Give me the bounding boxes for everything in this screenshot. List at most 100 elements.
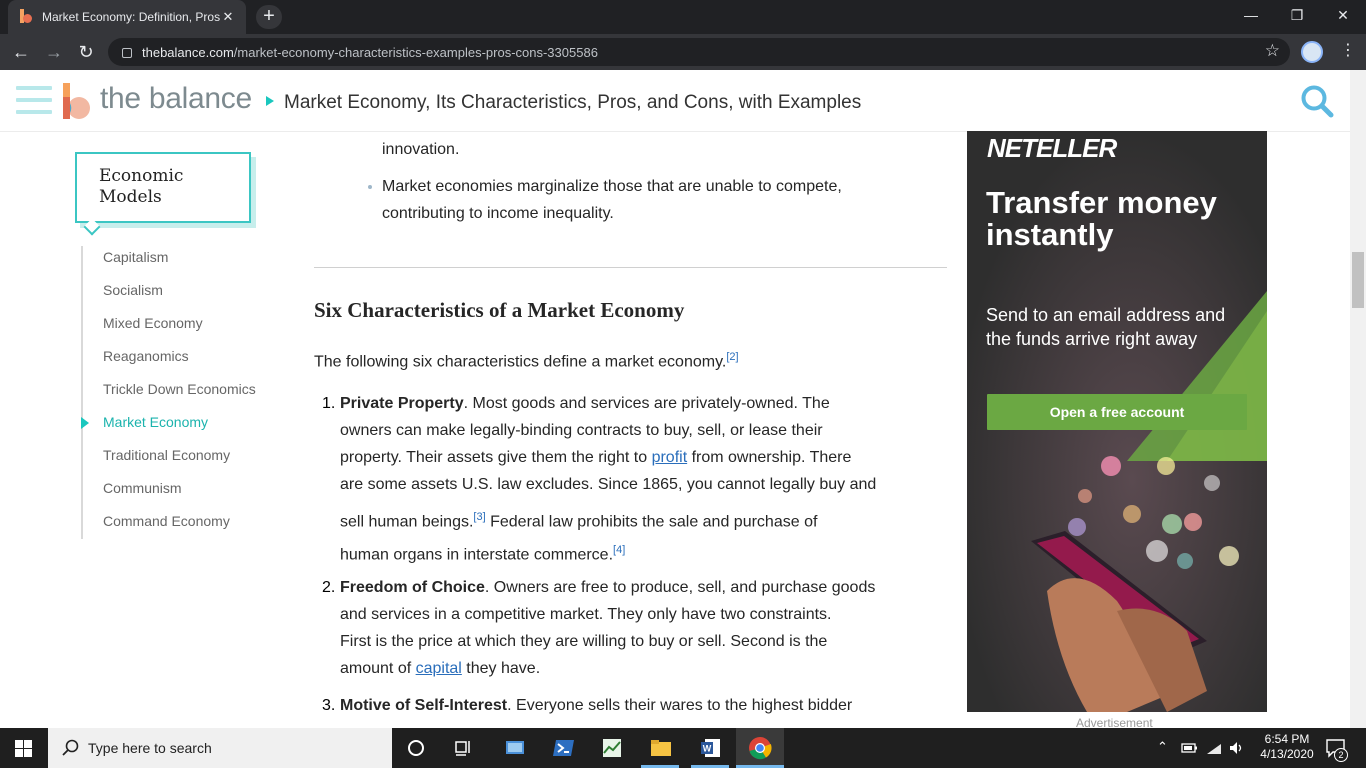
list-item-line: Freedom of Choice. Owners are free to pr… <box>340 574 875 601</box>
ad-headline-line: Transfer money <box>986 185 1217 220</box>
intro-paragraph: The following six characteristics define… <box>314 344 739 375</box>
url-path: /market-economy-characteristics-examples… <box>233 44 598 60</box>
forward-icon[interactable]: → <box>42 40 66 64</box>
list-item-text: from ownership. There <box>687 449 852 466</box>
tab-close-icon[interactable]: ✕ <box>220 9 236 25</box>
taskbar-search-box[interactable]: Type here to search <box>48 728 392 768</box>
list-item-line: human organs in interstate commerce.[4] <box>340 537 625 568</box>
list-item-line: owners can make legally-binding contract… <box>340 422 823 439</box>
profile-avatar[interactable] <box>1301 41 1323 63</box>
advertisement-banner[interactable]: NETELLER Transfer money instantly Send t… <box>967 131 1267 712</box>
taskbar-search-placeholder: Type here to search <box>88 740 212 756</box>
reload-icon[interactable]: ↻ <box>74 40 98 64</box>
list-number: 3. <box>322 697 336 714</box>
intro-text: The following six characteristics define… <box>314 353 727 371</box>
footnote-link[interactable]: [2] <box>726 351 738 363</box>
task-view-icon[interactable] <box>452 736 476 760</box>
minimize-icon[interactable]: — <box>1228 0 1274 30</box>
windows-start-icon[interactable] <box>15 740 32 757</box>
list-item-text: they have. <box>461 660 541 677</box>
section-heading: Six Characteristics of a Market Economy <box>314 298 685 322</box>
window-close-icon[interactable]: ✕ <box>1320 0 1366 30</box>
sidebar-item-socialism[interactable]: Socialism <box>103 282 163 298</box>
list-item-text: amount of <box>340 660 416 677</box>
ad-headline-line: instantly <box>986 217 1114 252</box>
footnote-link[interactable]: [4] <box>613 544 625 556</box>
back-icon[interactable]: ← <box>9 40 33 64</box>
capital-link[interactable]: capital <box>416 660 462 677</box>
restore-icon[interactable]: ❐ <box>1274 0 1320 30</box>
svg-text:W: W <box>703 744 712 754</box>
show-hidden-icons-icon[interactable]: ⌃ <box>1157 739 1168 755</box>
page-scrollbar[interactable] <box>1350 70 1366 728</box>
list-item-title: Freedom of Choice <box>340 579 485 596</box>
url-host: thebalance.com <box>142 44 234 60</box>
word-icon[interactable]: W <box>699 736 723 760</box>
site-logo-text[interactable]: the balance <box>100 82 252 116</box>
search-icon <box>62 739 79 756</box>
scrollbar-thumb[interactable] <box>1352 252 1364 308</box>
browser-toolbar: ← → ↻ thebalance.com/market-economy-char… <box>0 34 1366 70</box>
list-number: 1. <box>322 395 336 412</box>
list-item-text: . Most goods and services are privately-… <box>463 395 830 412</box>
ad-brand-logo: NETELLER <box>987 133 1117 163</box>
list-item-line: Motive of Self-Interest. Everyone sells … <box>340 692 852 719</box>
browser-tabbar: Market Economy: Definition, Pros ✕ + — ❐… <box>0 0 1366 34</box>
browser-menu-icon[interactable]: ⋮ <box>1340 40 1356 60</box>
remote-desktop-icon[interactable] <box>503 736 527 760</box>
lock-icon <box>122 48 132 58</box>
sidebar-item-capitalism[interactable]: Capitalism <box>103 249 168 265</box>
bullet-text-line: contributing to income inequality. <box>382 205 614 222</box>
toc-title: Economic Models <box>99 166 184 207</box>
ad-cta-button[interactable]: Open a free account <box>987 394 1247 430</box>
list-item-line: property. Their assets give them the rig… <box>340 444 851 471</box>
the-balance-logo-icon[interactable] <box>63 83 91 119</box>
cortana-icon[interactable] <box>404 736 428 760</box>
list-item-line: are some assets U.S. law excludes. Since… <box>340 476 877 493</box>
ad-subtext-line: the funds arrive right away <box>986 329 1198 349</box>
profit-link[interactable]: profit <box>652 449 688 466</box>
wifi-icon[interactable] <box>1205 736 1223 760</box>
list-item-line: First is the price at which they are wil… <box>340 633 828 650</box>
new-tab-button[interactable]: + <box>256 5 282 29</box>
sidebar-item-trickle-down[interactable]: Trickle Down Economics <box>103 381 256 397</box>
chrome-icon <box>749 737 772 760</box>
list-item-line: sell human beings.[3] Federal law prohib… <box>340 504 817 535</box>
footnote-link[interactable]: [3] <box>473 511 485 523</box>
search-icon[interactable] <box>1300 84 1334 118</box>
browser-tab[interactable]: Market Economy: Definition, Pros ✕ <box>8 0 246 34</box>
ad-subtext-line: Send to an email address and <box>986 305 1226 325</box>
hamburger-menu-icon[interactable] <box>16 86 52 114</box>
site-header: the balance Market Economy, Its Characte… <box>0 70 1366 132</box>
volume-icon[interactable] <box>1228 736 1246 760</box>
sidebar-item-market-economy[interactable]: Market Economy <box>103 414 208 430</box>
powershell-icon[interactable] <box>552 736 576 760</box>
bullet-dot <box>368 185 372 189</box>
taskbar-clock[interactable]: 6:54 PM 4/13/2020 <box>1255 732 1319 762</box>
toc-rule <box>81 246 83 539</box>
sidebar-item-reaganomics[interactable]: Reaganomics <box>103 348 189 364</box>
clock-date: 4/13/2020 <box>1260 747 1314 761</box>
bullet-continuation: innovation. <box>382 141 460 158</box>
sidebar-item-mixed-economy[interactable]: Mixed Economy <box>103 315 203 331</box>
tab-title: Market Economy: Definition, Pros <box>42 10 220 24</box>
notification-count-badge: 2 <box>1334 748 1348 762</box>
list-item-text: sell human beings. <box>340 513 474 531</box>
list-item-text: Federal law prohibits the sale and purch… <box>485 513 818 531</box>
section-divider <box>314 267 947 268</box>
list-item-line: amount of capital they have. <box>340 655 540 682</box>
ad-subtext: Send to an email address and the funds a… <box>986 303 1225 351</box>
page-title: Market Economy, Its Characteristics, Pro… <box>284 92 862 113</box>
battery-icon[interactable] <box>1180 736 1198 760</box>
list-number: 2. <box>322 579 336 596</box>
task-manager-icon[interactable] <box>600 736 624 760</box>
sidebar-item-command-economy[interactable]: Command Economy <box>103 513 230 529</box>
bookmark-star-icon[interactable]: ☆ <box>1265 41 1280 61</box>
file-explorer-icon[interactable] <box>649 736 673 760</box>
chrome-taskbar-button[interactable] <box>736 728 784 768</box>
address-bar[interactable]: thebalance.com/market-economy-characteri… <box>108 38 1290 66</box>
clock-time: 6:54 PM <box>1264 732 1310 746</box>
sidebar-item-traditional-economy[interactable]: Traditional Economy <box>103 447 230 463</box>
toc-title-box: Economic Models <box>75 152 251 223</box>
sidebar-item-communism[interactable]: Communism <box>103 480 182 496</box>
